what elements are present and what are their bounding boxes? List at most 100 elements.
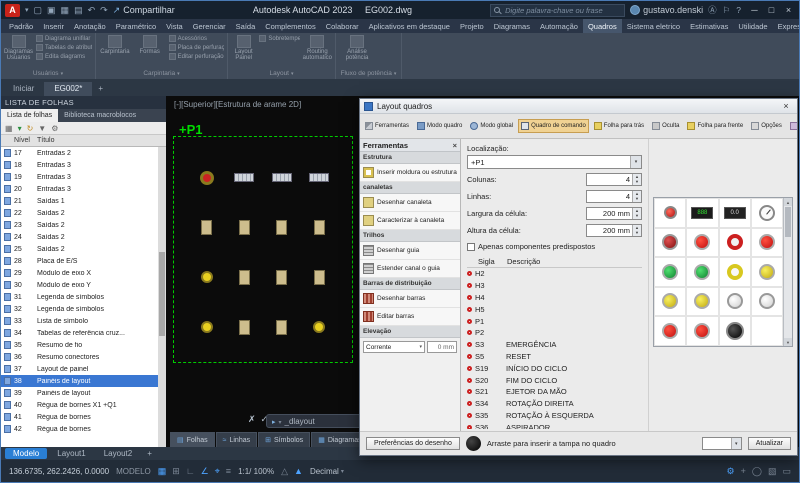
panel-component[interactable] <box>313 321 325 333</box>
qat-icon[interactable]: ▤ <box>74 5 83 16</box>
ribbon-tab[interactable]: Inserir <box>38 19 69 33</box>
location-dropdown[interactable]: +P1 <box>467 155 642 169</box>
palette-entry[interactable]: Desenhar guia <box>360 242 460 260</box>
component-table-row[interactable]: H2 <box>467 268 642 280</box>
ribbon-tab[interactable]: Vista <box>161 19 188 33</box>
component-table-row[interactable]: S19 INÍCIO DO CICLO <box>467 362 642 374</box>
dropdown-arrow-icon[interactable] <box>630 156 641 168</box>
ribbon-tab[interactable]: Projeto <box>455 19 489 33</box>
palette-entry[interactable]: Editar barras <box>360 308 460 326</box>
ribbon-tab[interactable]: Diagramas <box>489 19 535 33</box>
component-table-row[interactable]: S21 EJETOR DA MÃO <box>467 386 642 398</box>
panel-component[interactable] <box>201 271 213 283</box>
column-header-nivel[interactable]: Nível <box>1 137 37 144</box>
panel-component[interactable] <box>276 320 287 335</box>
component-table-row[interactable]: S36 ASPIRADOR <box>467 421 642 429</box>
sheet-row[interactable]: 42 Régua de bornes <box>1 423 158 435</box>
component-table-row[interactable]: H4 <box>467 292 642 304</box>
component-cell[interactable] <box>719 287 751 317</box>
tabelas-atributos-button[interactable]: Tabelas de atributos <box>36 44 92 51</box>
sheet-row[interactable]: 17 Entradas 2 <box>1 147 158 159</box>
component-table-row[interactable]: S34 ROTAÇÃO DIREITA <box>467 398 642 410</box>
sheet-row[interactable]: 18 Entradas 3 <box>1 159 158 171</box>
gallery-scrollbar[interactable] <box>783 198 792 346</box>
dialog-toolbar-button[interactable]: Ferramentas <box>362 119 412 133</box>
component-table-row[interactable]: S35 ROTAÇÃO À ESQUERDA <box>467 410 642 422</box>
spinner-down-icon[interactable] <box>633 179 641 185</box>
sheet-row[interactable]: 36 Resumo conectores <box>1 351 158 363</box>
component-table-row[interactable]: H3 <box>467 280 642 292</box>
palette-entry[interactable]: Desenhar canaleta <box>360 194 460 212</box>
ribbon-tab[interactable]: Utilidade <box>733 19 772 33</box>
sheet-row[interactable]: 19 Entradas 3 <box>1 171 158 183</box>
sheet-row[interactable]: 28 Placa de E/S <box>1 255 158 267</box>
sheet-row[interactable]: 38 Painéis de layout <box>1 375 158 387</box>
panel-label-carpintaria[interactable]: Carpintaria <box>96 68 227 79</box>
placa-perfuracao-button[interactable]: Placa de perfuração <box>169 44 224 51</box>
panel-component[interactable] <box>314 220 325 235</box>
layout-tab[interactable]: Layout1 <box>49 448 93 459</box>
component-cell[interactable] <box>719 198 751 228</box>
annotation-scale-readout[interactable]: 1:1/ 100% <box>238 467 274 476</box>
document-tab[interactable]: Iniciar <box>3 82 44 96</box>
component-table-row[interactable]: S20 FIM DO CICLO <box>467 374 642 386</box>
component-cell[interactable] <box>686 316 718 346</box>
scroll-up-icon[interactable] <box>784 198 792 206</box>
component-table-row[interactable]: S5 RESET <box>467 351 642 363</box>
status-toggle-icon[interactable]: ▧ <box>768 466 777 477</box>
layout-tab[interactable]: Modelo <box>5 448 47 459</box>
scrollbar-thumb[interactable] <box>785 207 791 237</box>
search-input[interactable] <box>503 5 621 16</box>
panel-component[interactable] <box>276 270 287 285</box>
component-cell[interactable] <box>654 287 686 317</box>
palette-entry[interactable]: Desenhar barras <box>360 290 460 308</box>
new-document-tab-button[interactable]: + <box>92 82 109 96</box>
spinner-down-icon[interactable] <box>633 196 641 202</box>
palette-entry[interactable]: Barras de distribuição <box>360 278 460 290</box>
component-cell[interactable] <box>719 316 751 346</box>
column-header-descricao[interactable]: Descrição <box>507 257 540 266</box>
titlebar-icon[interactable]: ⚐ <box>723 5 731 16</box>
spinner-input[interactable]: 200 mm <box>586 207 642 220</box>
panel-component[interactable] <box>201 321 213 333</box>
ribbon-tab[interactable]: Express Tools <box>773 19 800 33</box>
status-toggle-icon[interactable]: ⊞ <box>172 466 180 477</box>
sheet-list-scrollbar[interactable] <box>158 147 166 447</box>
component-cell[interactable] <box>654 257 686 287</box>
qat-icon[interactable]: ▦ <box>61 5 70 16</box>
column-header-titulo[interactable]: Título <box>37 137 166 144</box>
viewport-controls-label[interactable]: [-][Superior][Estrutura de arame 2D] <box>174 100 301 109</box>
drawing-preferences-button[interactable]: Preferências do desenho <box>366 437 460 450</box>
diagramas-usuarios-button[interactable]: Diagramas Usuarios <box>4 35 33 62</box>
new-layout-button[interactable]: + <box>142 448 157 459</box>
component-cell[interactable] <box>686 198 718 228</box>
drawing-view-tab[interactable]: ▤ Folhas <box>170 432 215 447</box>
scroll-down-icon[interactable] <box>784 338 792 346</box>
panel-component[interactable] <box>234 173 254 182</box>
palette-entry[interactable]: Trilhos <box>360 230 460 242</box>
component-cell[interactable] <box>654 316 686 346</box>
sheet-row[interactable]: 31 Legenda de símbolos <box>1 291 158 303</box>
diagrama-unifilar-button[interactable]: Diagrama unifilar geral <box>36 35 92 42</box>
panel-component[interactable] <box>309 173 329 182</box>
component-cell[interactable] <box>686 287 718 317</box>
titlebar-icon[interactable]: Ⓐ <box>708 4 717 16</box>
ribbon-tab[interactable]: Aplicativos em destaque <box>364 19 455 33</box>
dropdown-arrow-icon[interactable] <box>731 438 741 449</box>
status-toggle-icon[interactable]: + <box>741 466 746 477</box>
ribbon-tab[interactable]: Estimativas <box>685 19 733 33</box>
ribbon-tab[interactable]: Gerenciar <box>188 19 231 33</box>
dialog-toolbar-button[interactable]: Folha para trás <box>591 119 647 133</box>
sheet-row[interactable]: 29 Módulo de eixo X <box>1 267 158 279</box>
status-toggle-icon[interactable]: ▲ <box>294 466 303 477</box>
sheet-row[interactable]: 33 Lista de símbolo <box>1 315 158 327</box>
component-cell[interactable] <box>751 287 783 317</box>
qat-icon[interactable]: ↶ <box>88 5 96 16</box>
palette-entry[interactable]: Caracterizar à canaleta <box>360 212 460 230</box>
panel-component[interactable] <box>276 220 287 235</box>
editar-perfuracao-button[interactable]: Editar perfuração <box>169 53 224 60</box>
model-space-label[interactable]: MODELO <box>116 467 151 476</box>
sheet-row[interactable]: 20 Entradas 3 <box>1 183 158 195</box>
status-toggle-icon[interactable]: ⌖ <box>215 466 220 477</box>
status-toggle-icon[interactable]: ⚙ <box>727 466 735 477</box>
